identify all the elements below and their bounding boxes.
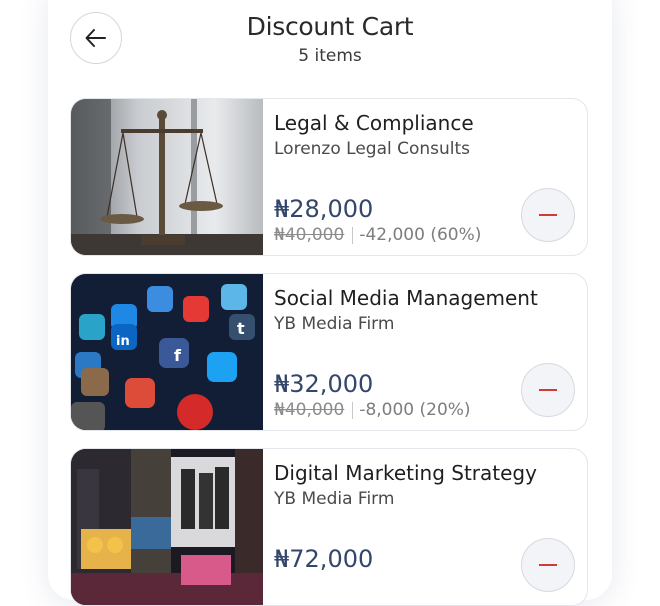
- product-image-social-apps: f in t: [71, 274, 263, 430]
- cart-item[interactable]: Legal & Compliance Lorenzo Legal Consult…: [70, 98, 588, 256]
- item-price: ₦28,000: [274, 195, 374, 223]
- original-price: ₦40,000: [274, 400, 345, 420]
- page-title: Discount Cart: [246, 12, 414, 41]
- product-image-billboards: [71, 449, 263, 605]
- item-price: ₦72,000: [274, 545, 374, 573]
- cart-item[interactable]: f in t Social Media Management YB Media …: [70, 273, 588, 431]
- item-title: Legal & Compliance: [274, 111, 474, 135]
- discount-amount: -42,000 (60%): [359, 225, 482, 245]
- divider: [352, 401, 354, 419]
- remove-item-button[interactable]: [521, 363, 575, 417]
- item-title: Social Media Management: [274, 286, 538, 310]
- item-title: Digital Marketing Strategy: [274, 461, 537, 485]
- price-details: ₦40,000 -8,000 (20%): [274, 400, 471, 420]
- svg-text:t: t: [237, 319, 245, 338]
- minus-icon: [539, 389, 557, 391]
- price-details: ₦40,000 -42,000 (60%): [274, 225, 481, 245]
- item-seller: YB Media Firm: [274, 314, 395, 334]
- cart-item[interactable]: Digital Marketing Strategy YB Media Firm…: [70, 448, 588, 606]
- item-count: 5 items: [298, 46, 362, 66]
- minus-icon: [539, 214, 557, 216]
- divider: [352, 226, 354, 244]
- remove-item-button[interactable]: [521, 188, 575, 242]
- svg-text:f: f: [174, 346, 182, 365]
- remove-item-button[interactable]: [521, 538, 575, 592]
- svg-text:in: in: [116, 334, 130, 349]
- original-price: ₦40,000: [274, 225, 345, 245]
- item-price: ₦32,000: [274, 370, 374, 398]
- item-seller: Lorenzo Legal Consults: [274, 139, 471, 159]
- minus-icon: [539, 564, 557, 566]
- product-image-scales: [71, 99, 263, 255]
- discount-amount: -8,000 (20%): [359, 400, 471, 420]
- item-seller: YB Media Firm: [274, 489, 395, 509]
